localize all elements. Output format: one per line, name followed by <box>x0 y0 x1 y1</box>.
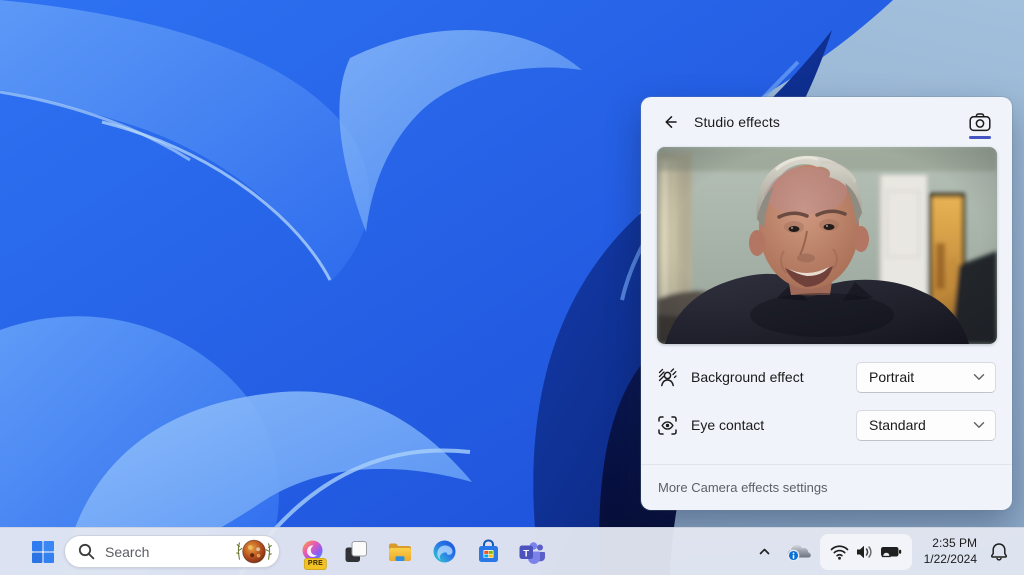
background-effect-label: Background effect <box>691 369 804 385</box>
microsoft-store-icon <box>478 539 498 562</box>
camera-tab-active-indicator <box>969 136 991 139</box>
pinned-apps: PRE T <box>290 531 554 573</box>
clock-tray-button[interactable]: 2:35 PM 1/22/2024 <box>917 533 979 571</box>
panel-title: Studio effects <box>694 114 780 130</box>
webcam-frame <box>656 147 997 344</box>
wifi-icon <box>830 544 849 560</box>
battery-charging-icon <box>881 547 902 558</box>
onedrive-tray-button[interactable] <box>783 533 815 571</box>
studio-effects-flyout: Studio effects Background effect Portrai… <box>641 97 1012 510</box>
taskbar-app-edge[interactable] <box>422 531 466 573</box>
camera-preview <box>656 147 997 344</box>
flyout-header: Studio effects <box>641 97 1012 147</box>
edge-icon <box>433 540 455 563</box>
eye-contact-dropdown[interactable]: Standard <box>856 409 996 441</box>
onedrive-cloud-icon <box>787 544 811 561</box>
search-box[interactable]: Search <box>64 535 280 568</box>
back-button[interactable] <box>655 107 685 137</box>
taskbar-app-teams[interactable]: T <box>510 531 554 573</box>
chevron-down-icon <box>973 422 985 428</box>
teams-icon: T <box>519 541 545 564</box>
arrow-left-icon <box>665 116 677 128</box>
quick-settings-button[interactable] <box>820 533 912 570</box>
taskbar-app-microsoft-store[interactable] <box>466 531 510 573</box>
windows-logo-icon <box>32 540 54 563</box>
taskbar: Search PRE T 2:35 PM 1/22/2024 <box>0 527 1024 575</box>
eye-contact-label: Eye contact <box>691 417 765 433</box>
notification-bell-icon <box>990 543 1008 561</box>
file-explorer-icon <box>389 543 411 561</box>
background-effect-row: Background effect Portrait <box>657 353 996 401</box>
tray-date: 1/22/2024 <box>923 551 977 566</box>
taskbar-app-task-view[interactable] <box>334 531 378 573</box>
notifications-button[interactable] <box>984 533 1014 571</box>
speaker-icon <box>857 545 872 558</box>
start-button[interactable] <box>25 532 61 572</box>
taskbar-app-copilot[interactable]: PRE <box>290 531 334 573</box>
camera-tab[interactable] <box>965 105 995 139</box>
camera-icon <box>969 112 991 131</box>
chevron-up-icon <box>759 548 769 555</box>
search-icon <box>78 543 95 560</box>
background-effect-dropdown[interactable]: Portrait <box>856 361 996 393</box>
eye-contact-icon <box>657 415 678 436</box>
chevron-down-icon <box>973 374 985 380</box>
tray-time: 2:35 PM <box>932 535 977 550</box>
copilot-pre-badge: PRE <box>303 557 328 570</box>
eye-contact-row: Eye contact Standard <box>657 401 996 449</box>
taskbar-left-cluster: Search PRE T <box>25 528 554 575</box>
background-effect-icon <box>657 367 678 388</box>
background-effect-value: Portrait <box>869 369 915 385</box>
eye-contact-value: Standard <box>869 417 926 433</box>
show-hidden-icons-button[interactable] <box>750 533 778 571</box>
more-camera-settings-link[interactable]: More Camera effects settings <box>641 465 1012 510</box>
task-view-icon <box>345 540 367 562</box>
effects-rows: Background effect Portrait Eye contact S… <box>641 344 1012 449</box>
bing-daily-icon <box>234 537 274 567</box>
search-placeholder: Search <box>105 543 150 560</box>
taskbar-app-file-explorer[interactable] <box>378 531 422 573</box>
system-tray: 2:35 PM 1/22/2024 <box>750 528 1014 575</box>
teams-logo-letter: T <box>523 548 529 559</box>
